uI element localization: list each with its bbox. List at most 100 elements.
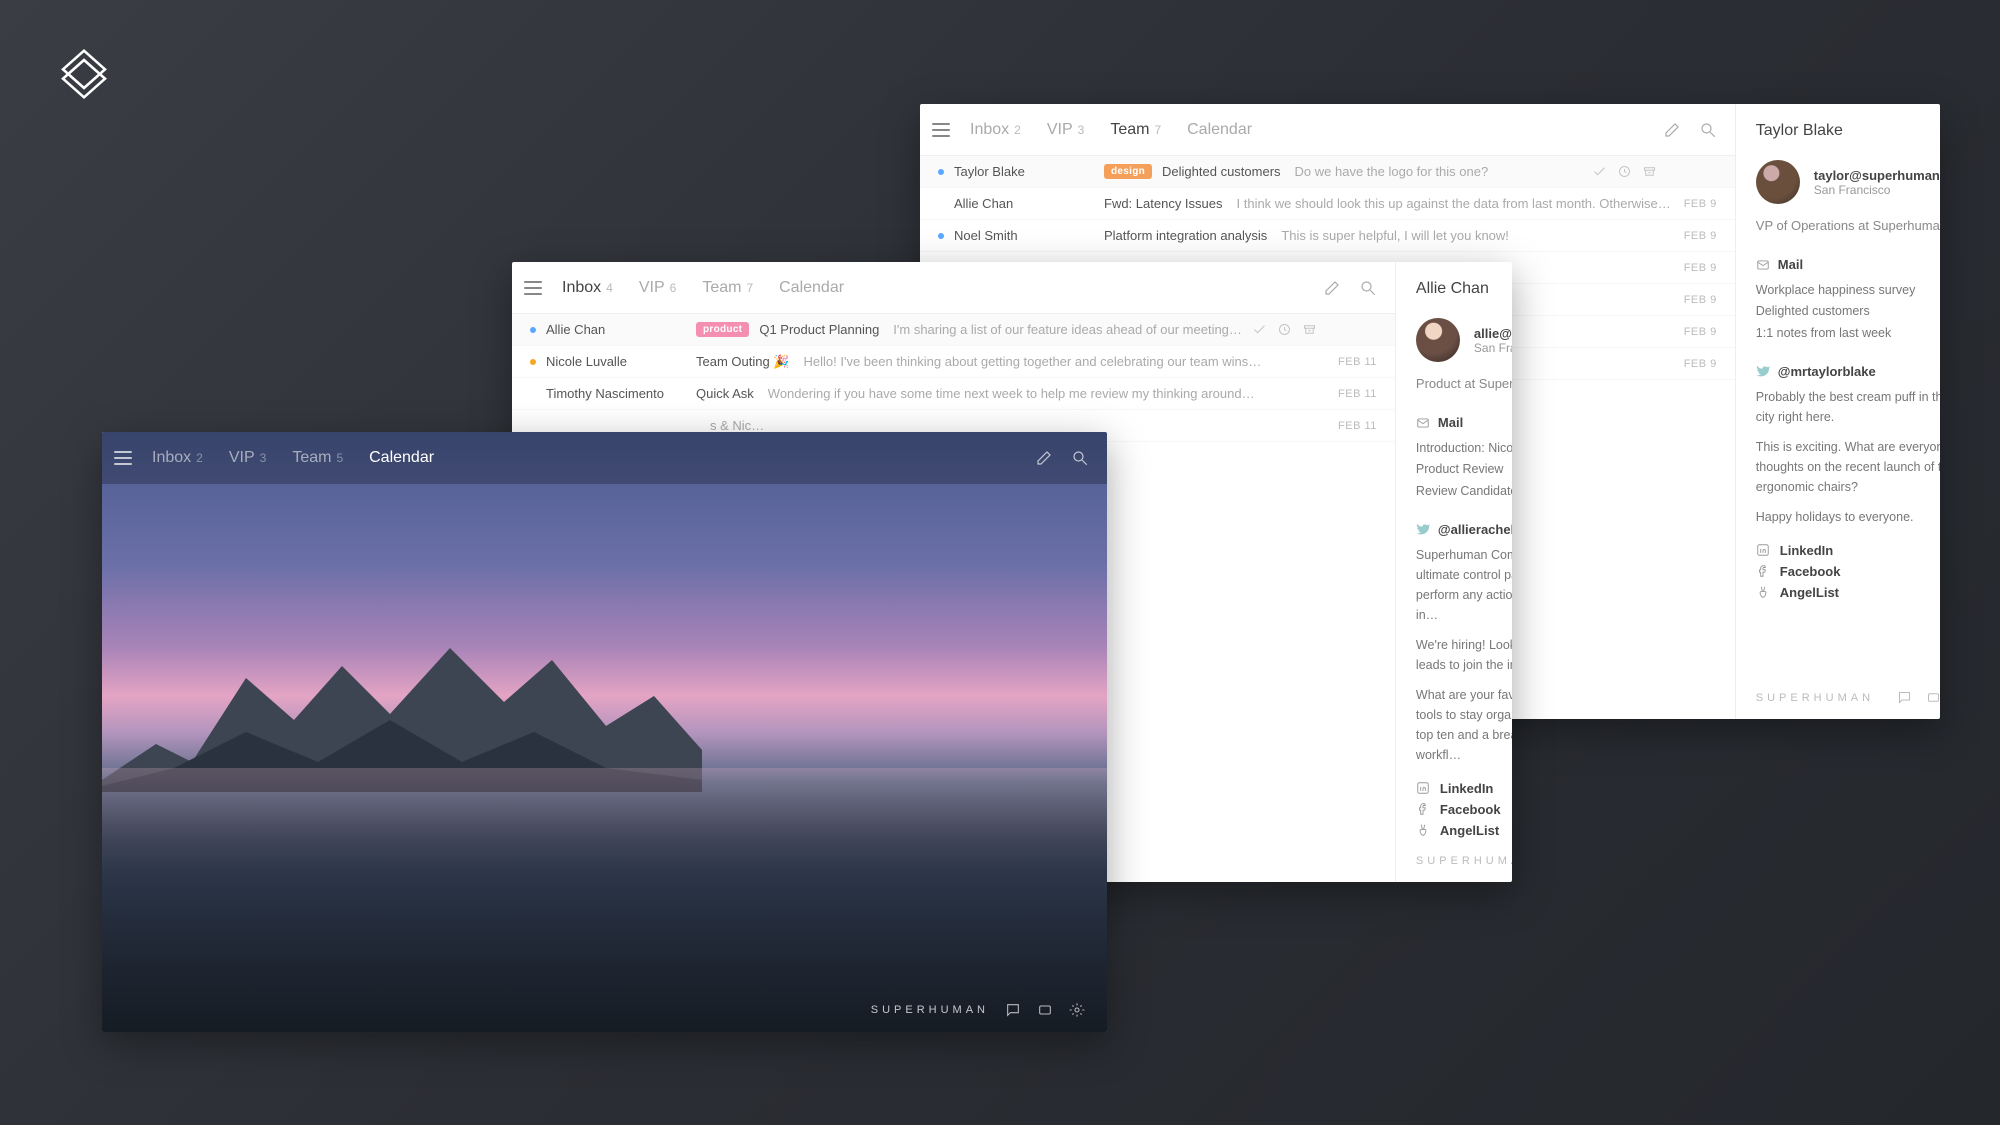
row-date: FEB 9	[1671, 198, 1717, 210]
tab-label: Calendar	[779, 279, 844, 297]
profile-bio: Product at Superhuman	[1416, 376, 1512, 391]
search-icon[interactable]	[1071, 449, 1089, 467]
section-twitter[interactable]: @mrtaylorblake	[1756, 364, 1940, 379]
chat-icon[interactable]	[1005, 1002, 1021, 1018]
email-row[interactable]: Nicole LuvalleTeam Outing 🎉Hello! I've b…	[512, 346, 1395, 378]
superhuman-logo-icon	[56, 46, 112, 102]
angellist-icon	[1756, 585, 1770, 599]
social-facebook[interactable]: Facebook	[1756, 564, 1940, 579]
list-item[interactable]: Happy holidays to everyone.	[1756, 507, 1940, 527]
tab-count: 7	[1154, 123, 1161, 137]
tab-inbox[interactable]: Inbox2	[152, 449, 203, 467]
social-linkedin[interactable]: LinkedIn	[1416, 781, 1512, 796]
social-angellist[interactable]: AngelList	[1756, 585, 1940, 600]
unread-dot	[938, 233, 944, 239]
compose-icon[interactable]	[1323, 279, 1341, 297]
tab-count: 4	[606, 281, 613, 295]
window-calendar: Inbox2VIP3Team5Calendar SUPERHUMAN	[102, 432, 1107, 1032]
unread-dot	[938, 201, 944, 207]
archive-icon[interactable]	[1302, 322, 1317, 337]
settings-icon[interactable]	[1069, 1002, 1085, 1018]
tab-team[interactable]: Team 7	[702, 279, 753, 297]
tab-calendar[interactable]: Calendar	[1187, 121, 1252, 139]
social-angellist[interactable]: AngelList	[1416, 823, 1512, 838]
list-item[interactable]: Delighted customers	[1756, 301, 1940, 322]
list-item[interactable]: Review Candidate Offer	[1416, 481, 1512, 502]
profile-name: Taylor Blake	[1756, 122, 1940, 140]
list-item[interactable]: Product Review	[1416, 459, 1512, 480]
tab-count: 3	[1078, 123, 1085, 137]
unread-dot	[530, 359, 536, 365]
row-snippet: s & Nic…	[710, 418, 1331, 433]
row-date: FEB 9	[1671, 294, 1717, 306]
done-icon[interactable]	[1252, 322, 1267, 337]
titlebar: Inbox4 VIP6 Team 7 Calendar	[512, 262, 1395, 314]
list-item[interactable]: This is exciting. What are everyone's th…	[1756, 437, 1940, 497]
row-sender: Taylor Blake	[954, 164, 1104, 179]
tab-calendar[interactable]: Calendar	[369, 449, 434, 467]
list-item[interactable]: 1:1 notes from last week	[1756, 323, 1940, 344]
profile-location: San Francisco	[1814, 183, 1940, 197]
compose-icon[interactable]	[1035, 449, 1053, 467]
titlebar: Inbox2 VIP3 Team 7 Calendar	[920, 104, 1735, 156]
chat-icon[interactable]	[1897, 690, 1912, 705]
search-icon[interactable]	[1359, 279, 1377, 297]
tab-inbox[interactable]: Inbox2	[970, 121, 1021, 139]
list-item[interactable]: Probably the best cream puff in the city…	[1756, 387, 1940, 427]
tab-vip[interactable]: VIP3	[1047, 121, 1084, 139]
profile-location: San Francisco	[1474, 341, 1512, 355]
email-row[interactable]: Taylor BlakedesignDelighted customersDo …	[920, 156, 1735, 188]
row-date: FEB 9	[1671, 230, 1717, 242]
tab-team[interactable]: Team5	[292, 449, 343, 467]
list-item[interactable]: We're hiring! Looking for product leads …	[1416, 635, 1512, 675]
snooze-icon[interactable]	[1277, 322, 1292, 337]
profile-email: allie@superhuman.com	[1474, 326, 1512, 341]
unread-dot	[530, 327, 536, 333]
section-twitter[interactable]: @allierachelchan	[1416, 522, 1512, 537]
row-date: FEB 11	[1331, 356, 1377, 368]
snooze-icon[interactable]	[1617, 164, 1632, 179]
tab-count: 3	[260, 451, 267, 465]
tab-count: 7	[746, 281, 753, 295]
tab-vip[interactable]: VIP3	[229, 449, 266, 467]
email-row[interactable]: Noel SmithPlatform integration analysisT…	[920, 220, 1735, 252]
list-item[interactable]: Introduction: Nicole <> David	[1416, 438, 1512, 459]
tab-label: Inbox	[152, 449, 191, 467]
list-item[interactable]: Workplace happiness survey	[1756, 280, 1940, 301]
search-icon[interactable]	[1699, 121, 1717, 139]
email-row[interactable]: Allie ChanFwd: Latency IssuesI think we …	[920, 188, 1735, 220]
row-snippet: I think we should look this up against t…	[1237, 196, 1671, 211]
menu-icon[interactable]	[932, 123, 950, 137]
row-snippet: I'm sharing a list of our feature ideas …	[893, 322, 1242, 337]
titlebar: Inbox2 VIP3 Team5 Calendar	[102, 432, 1107, 484]
brand-text: SUPERHUMAN	[1756, 692, 1874, 704]
menu-icon[interactable]	[524, 281, 542, 295]
row-subject: Q1 Product Planning	[759, 322, 879, 337]
twitter-icon	[1416, 522, 1430, 536]
archive-icon[interactable]	[1642, 164, 1657, 179]
linkedin-icon	[1756, 543, 1770, 557]
tab-label: Team	[702, 279, 741, 297]
tab-vip[interactable]: VIP6	[639, 279, 676, 297]
compose-icon[interactable]	[1663, 121, 1681, 139]
row-snippet: This is super helpful, I will let you kn…	[1281, 228, 1670, 243]
twitter-icon	[1756, 364, 1770, 378]
email-row[interactable]: Allie ChanproductQ1 Product PlanningI'm …	[512, 314, 1395, 346]
list-item[interactable]: What are your favourite productivity too…	[1416, 685, 1512, 765]
list-item[interactable]: Superhuman Command is your ultimate cont…	[1416, 545, 1512, 625]
menu-icon[interactable]	[114, 451, 132, 465]
email-row[interactable]: Timothy NascimentoQuick AskWondering if …	[512, 378, 1395, 410]
tab-calendar[interactable]: Calendar	[779, 279, 844, 297]
angellist-icon	[1416, 823, 1430, 837]
social-facebook[interactable]: Facebook	[1416, 802, 1512, 817]
done-icon[interactable]	[1592, 164, 1607, 179]
brand-text: SUPERHUMAN	[1416, 855, 1512, 867]
tab-inbox[interactable]: Inbox4	[562, 279, 613, 297]
social-linkedin[interactable]: LinkedIn	[1756, 543, 1940, 558]
shortcuts-icon[interactable]	[1037, 1002, 1053, 1018]
tab-team[interactable]: Team 7	[1110, 121, 1161, 139]
tab-label: Inbox	[970, 121, 1009, 139]
tab-label: Team	[1110, 121, 1149, 139]
shortcuts-icon[interactable]	[1926, 690, 1940, 705]
tab-count: 6	[670, 281, 677, 295]
